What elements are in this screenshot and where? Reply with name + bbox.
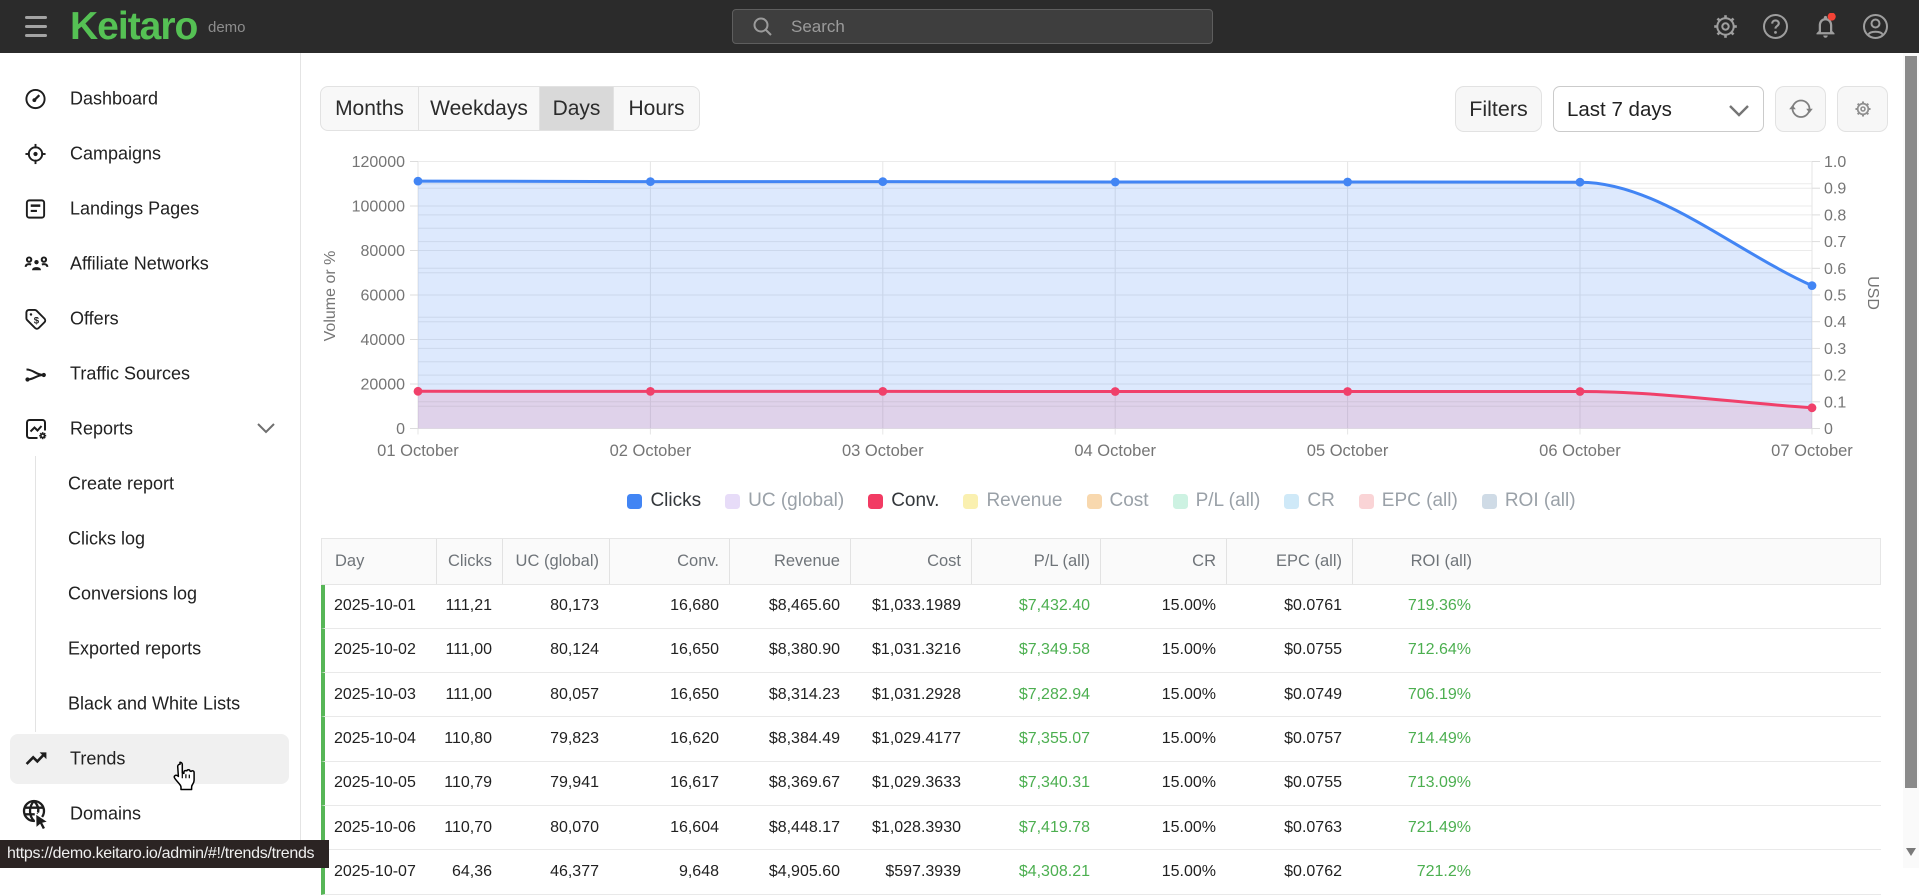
svg-text:20000: 20000 [361,377,406,394]
svg-text:0.6: 0.6 [1824,261,1846,278]
svg-text:04 October: 04 October [1074,442,1156,460]
svg-text:120000: 120000 [352,154,405,171]
svg-text:03 October: 03 October [842,442,924,460]
svg-text:01 October: 01 October [377,442,459,460]
svg-text:0.9: 0.9 [1824,181,1846,198]
svg-text:USD: USD [1864,276,1881,310]
svg-text:$: $ [34,315,40,326]
svg-text:0: 0 [1824,421,1833,438]
svg-text:Volume or %: Volume or % [322,251,339,342]
svg-text:60000: 60000 [361,288,406,305]
svg-text:0.5: 0.5 [1824,288,1846,305]
svg-text:02 October: 02 October [610,442,692,460]
svg-text:0.2: 0.2 [1824,368,1846,385]
svg-text:0.1: 0.1 [1824,394,1846,411]
svg-text:40000: 40000 [361,332,406,349]
svg-text:80000: 80000 [361,243,406,260]
svg-text:100000: 100000 [352,199,405,216]
svg-text:06 October: 06 October [1539,442,1621,460]
svg-text:0.8: 0.8 [1824,207,1846,224]
svg-text:0.7: 0.7 [1824,234,1846,251]
svg-text:1.0: 1.0 [1824,154,1846,171]
svg-text:05 October: 05 October [1307,442,1389,460]
svg-text:07 October: 07 October [1771,442,1853,460]
svg-text:0.4: 0.4 [1824,314,1846,331]
svg-text:0.3: 0.3 [1824,341,1846,358]
svg-text:0: 0 [396,421,405,438]
